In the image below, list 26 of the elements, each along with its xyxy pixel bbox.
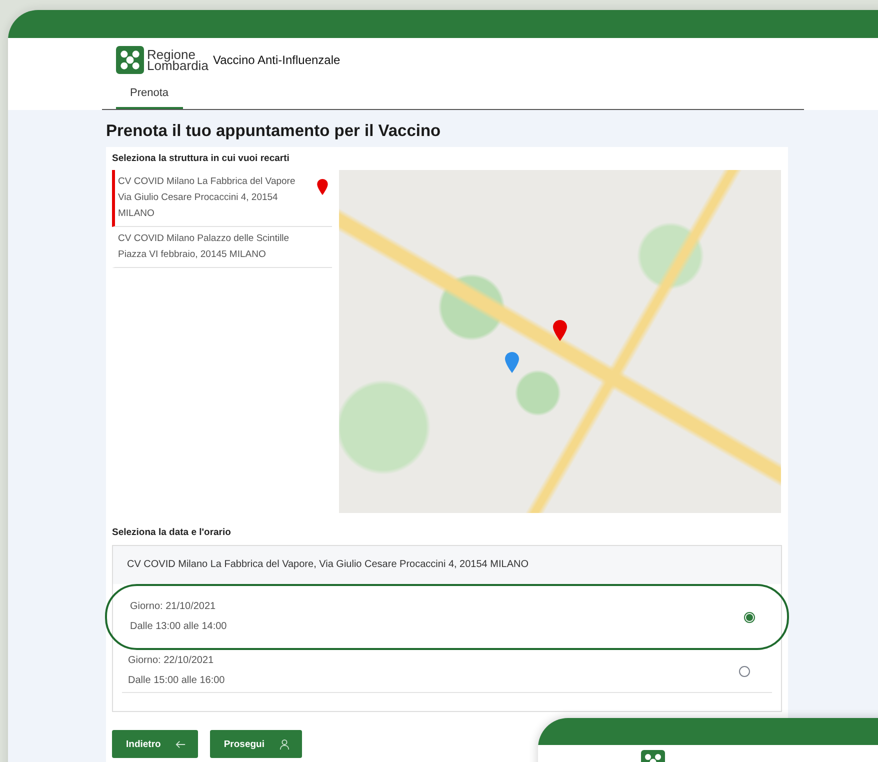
- slot-time: Dalle 13:00 alle 14:00: [130, 620, 227, 634]
- radio-button[interactable]: [744, 612, 755, 622]
- button[interactable]: Indietro: [112, 730, 198, 758]
- location-name: CV COVID Milano Palazzo delle Scintille: [118, 232, 290, 246]
- location-address: Piazza VI febbraio, 20145 MILANO: [118, 248, 267, 262]
- logo-icon: [116, 46, 144, 74]
- tab[interactable]: Prenota: [116, 79, 183, 109]
- arrow-left-icon: [174, 738, 186, 750]
- location-name: CV COVID Milano La Fabbrica del Vapore: [118, 175, 296, 189]
- slot-day: Giorno: 21/10/2021: [130, 597, 227, 617]
- time-slot[interactable]: Giorno: 21/10/2021 Dalle 13:00 alle 14:00: [105, 584, 789, 650]
- page-title: Prenota il tuo appuntamento per il Vaccino: [106, 122, 442, 141]
- section-label: Seleziona la struttura in cui vuoi recarti: [112, 153, 290, 164]
- slot-time: Dalle 15:00 alle 16:00: [128, 674, 225, 688]
- person-icon: [278, 738, 290, 750]
- section-label: Seleziona la data e l'orario: [112, 527, 232, 538]
- selected-location: CV COVID Milano La Fabbrica del Vapore, Via Giulio Cesare Procaccini 4, 20154 MILANO: [113, 546, 781, 584]
- app-title: Vaccino Anti-Influenzale: [213, 52, 340, 66]
- time-slot[interactable]: Giorno: 22/10/2021 Dalle 15:00 alle 16:00: [122, 650, 772, 693]
- location-item[interactable]: CV COVID Milano La Fabbrica del Vapore Via Giulio Cesare Procaccini 4, 20154 MILANO: [112, 170, 332, 227]
- location-address: Via Giulio Cesare Procaccini 4, 20154 MILANO: [118, 191, 279, 221]
- button[interactable]: Prosegui: [210, 730, 302, 758]
- slot-day: Giorno: 22/10/2021: [128, 651, 225, 671]
- location-item[interactable]: CV COVID Milano Palazzo delle Scintille Piazza VI febbraio, 20145 MILANO: [112, 227, 332, 268]
- radio-button[interactable]: [739, 666, 750, 676]
- logo-wordmark: Regione Lombardia: [147, 48, 207, 70]
